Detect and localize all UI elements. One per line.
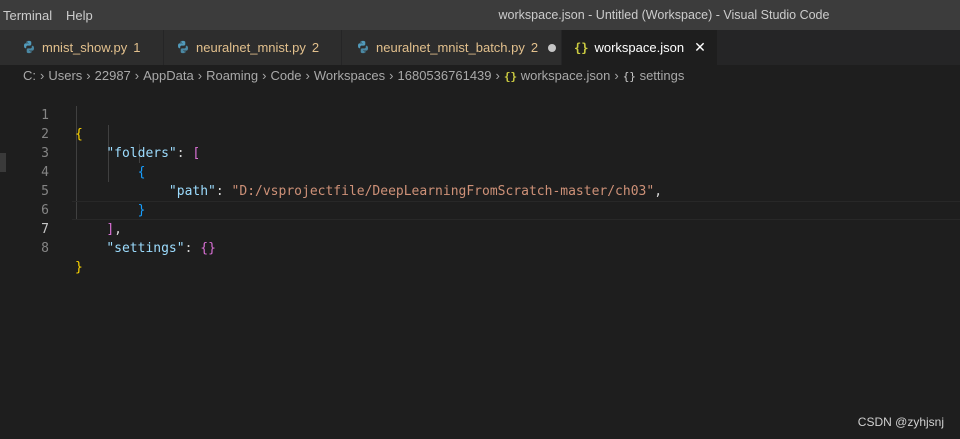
breadcrumb-item[interactable]: 22987 xyxy=(95,65,131,87)
breadcrumb-item[interactable]: 1680536761439 xyxy=(398,65,492,87)
tab-label: mnist_show.py xyxy=(42,40,128,55)
python-icon xyxy=(358,40,368,54)
chevron-right-icon: › xyxy=(389,68,394,83)
code-line: 3 { xyxy=(0,125,960,180)
tab-label: workspace.json xyxy=(594,40,685,55)
chevron-right-icon: › xyxy=(134,68,140,83)
tab-label: neuralnet_mnist_batch.py xyxy=(376,40,525,55)
json-icon: {} xyxy=(574,41,589,55)
code-line: 4 "path": "D:/vsprojectfile/DeepLearning… xyxy=(0,144,960,199)
breadcrumb: C: › Users › 22987 › AppData › Roaming › Code › Work… xyxy=(0,65,960,87)
python-icon xyxy=(24,40,34,54)
tab-workspace-json[interactable]: {} workspace.json ✕ xyxy=(562,30,718,65)
chevron-right-icon: › xyxy=(495,68,500,83)
chevron-right-icon: › xyxy=(614,68,619,83)
breadcrumb-item[interactable]: AppData xyxy=(143,65,194,87)
json-key: "settings" xyxy=(106,241,185,256)
problem-count: 2 xyxy=(311,40,320,55)
tab-neuralnet-mnist[interactable]: neuralnet_mnist.py 2 xyxy=(164,30,342,65)
close-icon[interactable]: ✕ xyxy=(694,39,706,55)
title-bar: Terminal Help workspace.json - Untitled … xyxy=(0,0,960,30)
chevron-right-icon: › xyxy=(86,68,91,83)
chevron-right-icon: › xyxy=(262,68,267,83)
tab-neuralnet-mnist-batch[interactable]: neuralnet_mnist_batch.py 2 xyxy=(342,30,562,65)
chevron-right-icon: › xyxy=(305,68,310,83)
breadcrumb-item[interactable]: Users xyxy=(48,65,82,87)
breadcrumb-item[interactable]: Roaming xyxy=(206,65,258,87)
brace: } xyxy=(75,260,83,275)
watermark: CSDN @zyhjsnj xyxy=(857,415,944,429)
json-icon: {} xyxy=(503,70,518,83)
tab-label: neuralnet_mnist.py xyxy=(196,40,306,55)
menu-terminal[interactable]: Terminal xyxy=(3,0,52,30)
chevron-right-icon: › xyxy=(40,68,45,83)
code-line: 7 "settings": {} xyxy=(0,201,960,256)
code-line: 5 } xyxy=(0,163,960,218)
tab-mnist-show[interactable]: mnist_show.py 1 xyxy=(0,30,164,65)
brace: {} xyxy=(200,241,216,256)
code-line: 1 { xyxy=(0,87,960,142)
code-line: 6 ], xyxy=(0,182,960,237)
breadcrumb-item[interactable]: Workspaces xyxy=(314,65,385,87)
breadcrumb-symbol[interactable]: settings xyxy=(640,65,685,87)
colon: : xyxy=(184,241,193,256)
problem-count: 1 xyxy=(133,40,141,55)
unsaved-dot-icon[interactable] xyxy=(548,44,557,52)
problem-count: 2 xyxy=(530,40,539,55)
breadcrumb-item[interactable]: Code xyxy=(270,65,301,87)
code-editor[interactable]: 1 { 2 "folders": [ 3 { 4 "path": "D:/vsp… xyxy=(0,87,960,439)
breadcrumb-file[interactable]: workspace.json xyxy=(521,65,611,87)
object-icon: {} xyxy=(622,70,636,83)
breadcrumb-item[interactable]: C: xyxy=(23,65,36,87)
code-line: 2 "folders": [ xyxy=(0,106,960,161)
code-line: 8 } xyxy=(0,220,960,275)
chevron-right-icon: › xyxy=(197,68,203,83)
tab-bar: mnist_show.py 1 neuralnet_mnist.py 2 neura… xyxy=(0,30,960,65)
window-title: workspace.json - Untitled (Workspace) - … xyxy=(498,8,830,22)
menu-help[interactable]: Help xyxy=(66,0,93,30)
python-icon xyxy=(178,40,188,54)
line-number: 8 xyxy=(41,241,49,256)
